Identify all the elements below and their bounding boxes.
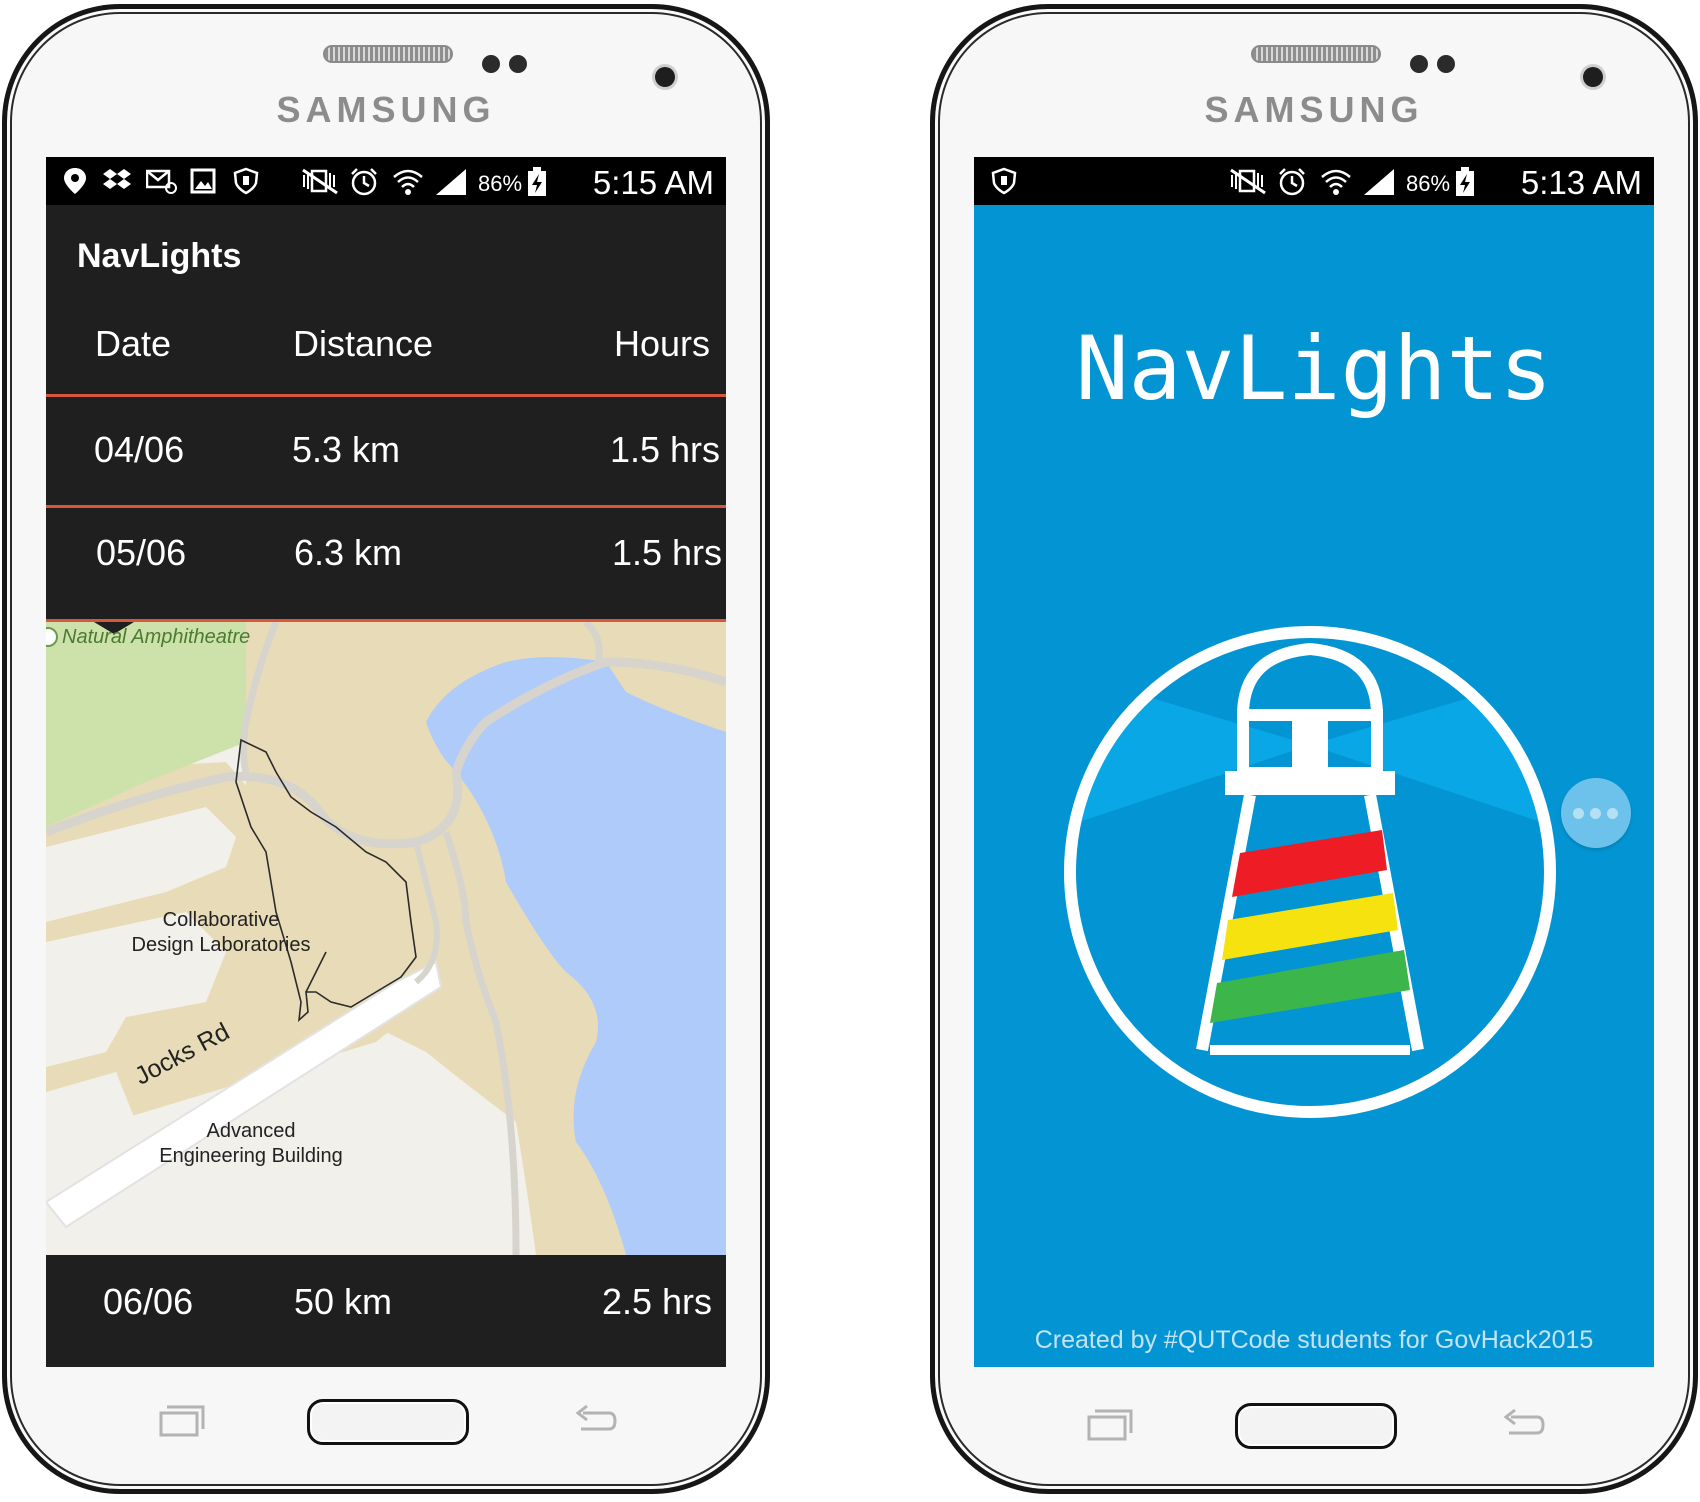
overflow-menu-button[interactable]	[1561, 778, 1631, 848]
vibrate-mute-icon	[302, 168, 338, 195]
recent-apps-icon[interactable]	[159, 1403, 205, 1437]
brand-logo: SAMSUNG	[1204, 89, 1424, 130]
splash-screen: NavLights Created by #QUTCode students f…	[974, 205, 1654, 1367]
route-map[interactable]: Natural Amphitheatre Collaborative Desig…	[46, 619, 726, 1256]
dot-icon	[1573, 808, 1584, 819]
column-header-hours: Hours	[613, 323, 710, 364]
earpiece-speaker	[323, 45, 453, 63]
light-sensor	[1437, 55, 1455, 73]
credits-footer: Created by #QUTCode students for GovHack…	[1034, 1326, 1594, 1354]
front-camera	[1583, 67, 1603, 87]
cell-hours: 1.5 hrs	[611, 532, 722, 573]
battery-percent: 86%	[1406, 171, 1451, 196]
cell-distance: 50 km	[294, 1281, 393, 1322]
proximity-sensor	[1410, 55, 1428, 73]
gallery-icon	[190, 168, 216, 194]
home-button[interactable]	[307, 1399, 469, 1445]
table-row[interactable]: 05/06 6.3 km 1.5 hrs	[46, 508, 726, 622]
location-icon	[64, 168, 86, 194]
alarm-icon	[1279, 168, 1305, 196]
front-camera	[655, 67, 675, 87]
signal-icon	[436, 169, 466, 195]
table-row[interactable]: 04/06 5.3 km 1.5 hrs	[46, 397, 726, 508]
status-time: 5:15 AM	[592, 164, 714, 201]
back-icon[interactable]	[1501, 1407, 1545, 1441]
status-bar: 86% 5:13 AM	[974, 157, 1654, 205]
wifi-icon	[393, 169, 423, 195]
dot-icon	[1590, 808, 1601, 819]
phone-right: SAMSUNG 86% 5:13 AM NavLights Created by…	[930, 4, 1698, 1494]
cell-date: 05/06	[96, 532, 187, 573]
cell-date: 06/06	[103, 1281, 194, 1322]
cell-distance: 6.3 km	[294, 532, 403, 573]
column-header-distance: Distance	[293, 323, 434, 364]
signal-icon	[1364, 169, 1394, 195]
column-header-date: Date	[95, 323, 172, 364]
back-icon[interactable]	[573, 1403, 617, 1437]
battery-charging-icon	[1456, 167, 1474, 196]
status-bar: 86% 5:15 AM	[46, 157, 726, 205]
wifi-icon	[1321, 169, 1351, 195]
earpiece-speaker	[1251, 45, 1381, 63]
dropbox-icon	[103, 169, 131, 189]
home-button[interactable]	[1235, 1403, 1397, 1449]
cell-date: 04/06	[94, 429, 185, 470]
map-label-line: Advanced	[206, 1120, 296, 1142]
splash-title: NavLights	[1075, 317, 1553, 420]
vibrate-mute-icon	[1230, 168, 1266, 195]
email-icon	[146, 169, 177, 194]
map-label-line: Engineering Building	[159, 1145, 343, 1167]
app-title: NavLights	[77, 237, 242, 275]
map-label-collaborative-design: Collaborative Design Laboratories	[126, 908, 316, 958]
shield-icon	[991, 167, 1017, 195]
shield-icon	[233, 167, 259, 195]
cell-hours: 1.5 hrs	[609, 429, 720, 470]
lighthouse-logo	[1064, 626, 1556, 1118]
recent-apps-icon[interactable]	[1087, 1407, 1133, 1441]
cell-hours: 2.5 hrs	[601, 1281, 712, 1322]
light-sensor	[509, 55, 527, 73]
map-label-engineering-building: Advanced Engineering Building	[146, 1119, 356, 1169]
screen-right: 86% 5:13 AM NavLights Created by #QUTCod…	[974, 157, 1654, 1367]
map-label-line: Design Laboratories	[131, 934, 311, 956]
battery-charging-icon	[528, 167, 546, 196]
proximity-sensor	[482, 55, 500, 73]
battery-percent: 86%	[478, 171, 523, 196]
cell-distance: 5.3 km	[292, 429, 401, 470]
dot-icon	[1607, 808, 1618, 819]
table-row[interactable]: 06/06 50 km 2.5 hrs	[46, 1255, 726, 1367]
brand-logo: SAMSUNG	[276, 89, 496, 130]
screen-left: 86% 5:15 AM NavLights Date Distance Hour…	[46, 157, 726, 1367]
phone-left: SAMSUNG 86% 5:15 AM NavLights Date Dista…	[2, 4, 770, 1494]
app-bar: NavLights	[46, 205, 726, 301]
map-label-amphitheatre: Natural Amphitheatre	[62, 626, 251, 648]
map-label-line: Collaborative	[162, 909, 280, 931]
table-header: Date Distance Hours	[46, 301, 726, 397]
alarm-icon	[351, 168, 377, 196]
status-time: 5:13 AM	[1520, 164, 1642, 201]
